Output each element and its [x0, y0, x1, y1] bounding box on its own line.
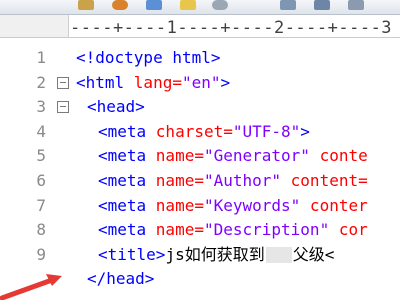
- fold-toggle-icon[interactable]: [57, 76, 69, 89]
- code-token: "en": [181, 72, 221, 92]
- code-token: >: [300, 121, 310, 141]
- code-text: <!doctype html>: [76, 46, 221, 70]
- code-token: <meta: [98, 171, 156, 190]
- format-icon[interactable]: [348, 0, 364, 10]
- code-token: <meta: [98, 220, 156, 240]
- table-icon[interactable]: [314, 0, 330, 10]
- ruler-text: ----+----1----+----2----+----3: [70, 18, 393, 38]
- code-token: conte: [309, 146, 368, 166]
- code-token: "Generator": [203, 146, 310, 166]
- code-token: <meta: [98, 146, 156, 166]
- code-token: js如何获取到: [165, 244, 265, 264]
- code-token: >: [220, 72, 231, 92]
- code-line[interactable]: 2 <html lang="en">: [0, 71, 400, 95]
- code-text: </head>: [87, 267, 154, 291]
- code-token: <title>: [98, 244, 166, 264]
- code-token: conter: [300, 195, 368, 215]
- code-token: name=: [155, 220, 204, 240]
- code-line[interactable]: 7 <meta name="Keywords" conter: [0, 194, 400, 218]
- code-token: <html: [76, 72, 134, 92]
- image-icon[interactable]: [146, 0, 162, 10]
- code-text: <head>: [87, 95, 145, 119]
- code-token: cor: [329, 220, 368, 240]
- fold-toggle-icon[interactable]: [57, 101, 69, 114]
- code-token: charset=: [155, 121, 233, 141]
- code-token: <head>: [87, 97, 145, 117]
- code-token: name=: [155, 171, 204, 190]
- code-text: <meta charset="UTF-8">: [98, 120, 310, 144]
- line-number: 1: [36, 48, 46, 67]
- grid-icon[interactable]: [280, 0, 296, 10]
- code-line[interactable]: 5 <meta name="Generator" conte: [0, 144, 400, 168]
- code-line[interactable]: </head>: [0, 267, 400, 291]
- code-token: "UTF-8": [232, 121, 301, 141]
- code-token: name=: [155, 195, 204, 215]
- line-number: 2: [36, 72, 46, 92]
- code-text: <meta name="Generator" conte: [98, 144, 368, 168]
- code-token: content=: [281, 171, 368, 190]
- code-token: "Keywords": [203, 195, 301, 215]
- code-text: <title>js如何获取到 父级<: [98, 243, 334, 267]
- code-line[interactable]: 4 <meta charset="UTF-8">: [0, 120, 400, 144]
- line-number: 3: [36, 97, 46, 117]
- code-token: name=: [155, 146, 204, 166]
- code-text: <meta name="Keywords" conter: [98, 194, 368, 218]
- globe-icon[interactable]: [112, 0, 128, 10]
- code-text: <meta name="Author" content=: [98, 169, 368, 193]
- code-line[interactable]: 8 <meta name="Description" cor: [0, 218, 400, 242]
- ruler: ----+----1----+----2----+----3: [0, 15, 400, 38]
- line-number: 8: [36, 220, 46, 240]
- code-text: <html lang="en">: [76, 71, 230, 95]
- code-token: <!doctype html>: [76, 48, 221, 67]
- code-line[interactable]: 1 <!doctype html>: [0, 46, 400, 70]
- code-token: <meta: [98, 121, 156, 141]
- code-token: "Description": [203, 220, 330, 240]
- line-number: 9: [36, 244, 46, 264]
- redacted-text: [265, 247, 292, 264]
- code-line[interactable]: 6 <meta name="Author" content=: [0, 169, 400, 193]
- ruler-margin: [0, 15, 69, 37]
- code-token: </head>: [87, 269, 155, 289]
- line-number: 6: [36, 171, 46, 190]
- line-number: 7: [36, 195, 46, 215]
- line-number: 4: [36, 121, 46, 141]
- settings-icon[interactable]: [212, 0, 228, 10]
- code-token: <meta: [98, 195, 156, 215]
- code-line[interactable]: 9 <title>js如何获取到 父级<: [0, 243, 400, 267]
- code-token: 父级<: [292, 244, 335, 264]
- code-token: lang=: [133, 72, 182, 92]
- line-number: 5: [36, 146, 46, 166]
- toolbar: [0, 0, 400, 15]
- code-text: <meta name="Description" cor: [98, 218, 368, 242]
- folder-icon[interactable]: [78, 0, 94, 10]
- notes-icon[interactable]: [180, 0, 196, 10]
- code-token: "Author": [203, 171, 282, 190]
- code-line[interactable]: 3 <head>: [0, 95, 400, 119]
